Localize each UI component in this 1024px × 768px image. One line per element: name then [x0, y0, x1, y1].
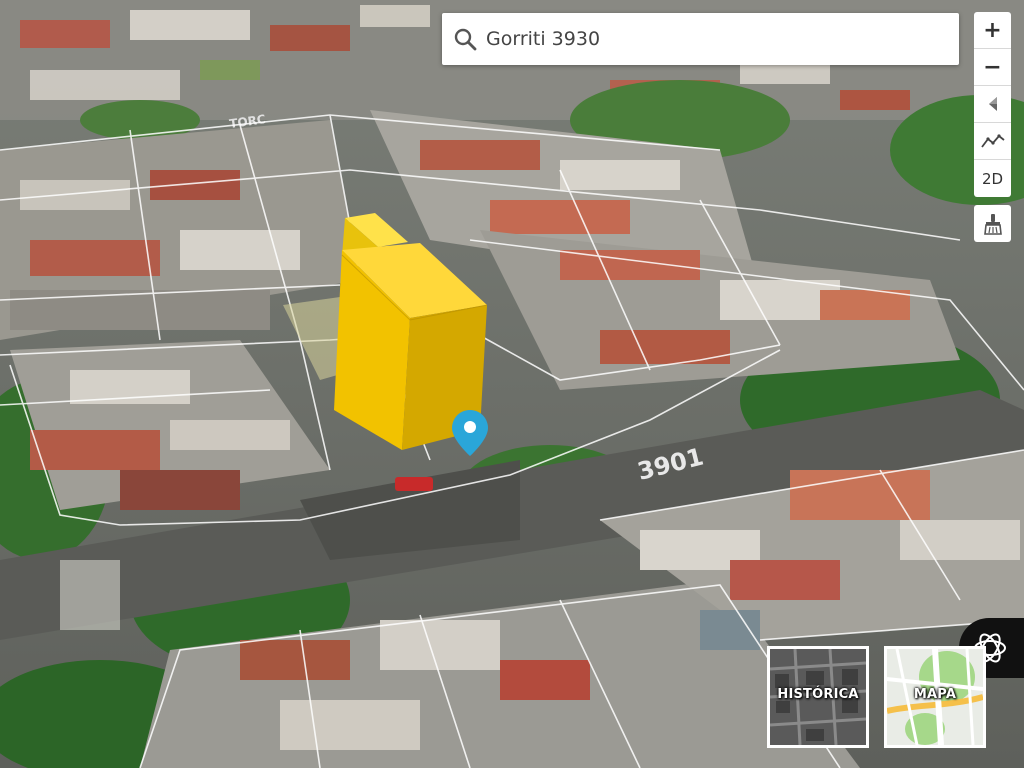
paint-brush-icon — [983, 213, 1002, 235]
compass-button[interactable] — [974, 86, 1011, 123]
search-input[interactable] — [486, 28, 926, 50]
layer-map-button[interactable]: MAPA — [884, 646, 986, 748]
historic-label: HISTÓRICA — [777, 687, 859, 702]
compass-icon — [988, 97, 997, 111]
plus-icon: + — [983, 17, 1002, 43]
satellite-3d-view[interactable]: 3901 TORC — [0, 0, 1024, 768]
elevation-profile-button[interactable] — [974, 123, 1011, 160]
toggle-2d-label: 2D — [981, 169, 1004, 188]
zoom-out-button[interactable]: − — [974, 49, 1011, 86]
map-viewport[interactable]: 3901 TORC Gorriti 3930 + − 2D HISTÓRICA … — [0, 0, 1024, 768]
minus-icon: − — [983, 54, 1002, 80]
layer-historic-button[interactable]: HISTÓRICA — [767, 646, 869, 748]
map-controls: + − 2D — [974, 12, 1011, 242]
map-label: MAPA — [913, 687, 957, 702]
search-icon[interactable] — [452, 26, 478, 52]
paint-style-button[interactable] — [974, 205, 1011, 242]
parked-car — [395, 477, 433, 491]
zoom-in-button[interactable]: + — [974, 12, 1011, 49]
search-bar — [442, 13, 959, 65]
toggle-2d-button[interactable]: 2D — [974, 160, 1011, 197]
elevation-profile-icon — [980, 134, 1005, 148]
